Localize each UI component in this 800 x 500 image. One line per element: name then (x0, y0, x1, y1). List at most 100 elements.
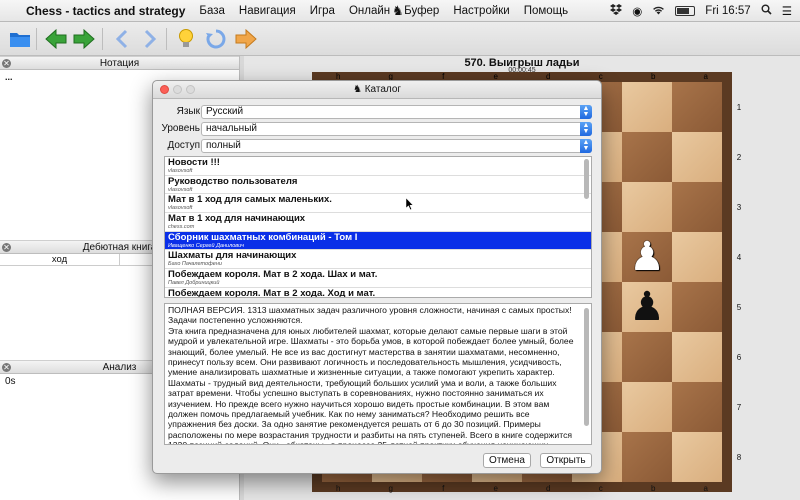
board-file-label: d (546, 484, 551, 493)
book-list-item[interactable]: Руководство пользователя vlasovsoft (165, 176, 591, 195)
list-scrollbar[interactable] (584, 159, 589, 199)
catalog-dialog: ♞ Каталог Язык Русский ▲ ▼ Уровень начальн… (152, 80, 602, 474)
board-rank-label: 8 (736, 452, 742, 462)
language-label: Язык (176, 106, 200, 117)
book-title: Побеждаем короля. Мат в 2 хода. Ход и ма… (168, 287, 376, 298)
board-square[interactable] (622, 332, 672, 382)
board-square[interactable] (622, 382, 672, 432)
battery-icon[interactable] (675, 6, 696, 16)
book-title: Шахматы для начинающих (168, 250, 297, 262)
board-rank-label: 2 (736, 152, 742, 162)
board-file-label: g (388, 484, 393, 493)
open-button[interactable]: Открыть (540, 453, 592, 468)
book-author: Иващенко Сергей Данилович (168, 242, 245, 249)
close-icon[interactable]: ✕ (2, 59, 11, 68)
board-file-label: c (598, 484, 603, 493)
opening-book-title: Дебютная книга (82, 242, 157, 253)
board-square[interactable] (622, 432, 672, 482)
close-icon[interactable]: ✕ (2, 363, 11, 372)
select-arrows-icon: ▲ ▼ (580, 139, 592, 153)
book-list-item[interactable]: Новости !!! vlasovsoft (165, 157, 591, 176)
board-square[interactable] (622, 82, 672, 132)
cancel-button[interactable]: Отмена (483, 453, 531, 468)
book-title: Новости !!! (168, 157, 220, 168)
menu-settings[interactable]: Настройки (453, 5, 509, 17)
book-list-item[interactable]: Побеждаем короля. Мат в 2 хода. Ход и ма… (165, 287, 591, 298)
menu-clipboard[interactable]: Буфер (404, 5, 439, 17)
white-pawn-icon[interactable]: ♟ (622, 232, 672, 282)
board-square[interactable] (672, 232, 722, 282)
forward-arrow-icon[interactable] (72, 27, 96, 51)
menu-database[interactable]: База (199, 5, 224, 17)
book-title: Мат в 1 ход для самых маленьких. (168, 194, 332, 206)
book-list-item[interactable]: Сборник шахматных комбинаций - Том I Иващ… (165, 231, 591, 251)
back-arrow-icon[interactable] (44, 27, 68, 51)
arrow-circle-icon[interactable]: ◉ (632, 4, 642, 18)
toolbar (0, 22, 800, 56)
board-file-label: a (703, 484, 708, 493)
refresh-icon[interactable] (204, 27, 228, 51)
knight-app-icon: ♞ (392, 3, 404, 18)
menu-online[interactable]: Онлайн (349, 5, 390, 17)
board-rank-label: 5 (736, 302, 742, 312)
board-rank-label: 3 (736, 202, 742, 212)
book-list-item[interactable]: Мат в 1 ход для начинающих chess.com (165, 213, 591, 232)
book-author: Бахо Пачалетофени (168, 261, 222, 268)
book-list-item[interactable]: Шахматы для начинающих Бахо Пачалетофени (165, 250, 591, 270)
board-file-label: f (442, 484, 445, 493)
book-author: chess.com (168, 224, 195, 231)
dropbox-icon[interactable] (610, 4, 623, 18)
book-list[interactable]: Новости !!! vlasovsoft Руководство пользов… (164, 156, 592, 298)
menu-bar: Chess - tactics and strategy База Навига… (0, 0, 800, 22)
chevron-right-icon[interactable] (138, 27, 162, 51)
board-square[interactable] (672, 182, 722, 232)
board-square[interactable] (672, 432, 722, 482)
board-rank-label: 7 (736, 402, 742, 412)
book-list-item[interactable]: Побеждаем короля. Мат в 2 хода. Шах и ма… (165, 269, 591, 288)
board-square[interactable] (672, 282, 722, 332)
board-file-label: e (493, 484, 498, 493)
menu-help[interactable]: Помощь (524, 5, 568, 17)
close-window-button[interactable] (160, 85, 169, 94)
board-rank-label: 1 (736, 102, 742, 112)
open-folder-icon[interactable] (8, 27, 32, 51)
menu-game[interactable]: Игра (310, 5, 335, 17)
board-square[interactable] (672, 132, 722, 182)
minimize-window-button[interactable] (173, 85, 182, 94)
level-select[interactable]: начальный ▲ ▼ (201, 122, 592, 136)
menu-clock[interactable]: Fri 16:57 (705, 5, 750, 17)
book-description[interactable]: ПОЛНАЯ ВЕРСИЯ. 1313 шахматных задач разл… (164, 303, 592, 445)
dialog-title: Каталог (364, 84, 402, 95)
book-list-item[interactable]: Мат в 1 ход для самых маленьких. vlasovso… (165, 194, 591, 214)
chevron-left-icon[interactable] (110, 27, 134, 51)
wifi-icon[interactable] (652, 5, 665, 18)
notation-title: Нотация (99, 58, 140, 69)
book-author: vlasovsoft (168, 205, 193, 212)
board-rank-label: 6 (736, 352, 742, 362)
menu-app-name[interactable]: Chess - tactics and strategy (26, 4, 185, 18)
board-file-label: b (651, 72, 656, 81)
access-select[interactable]: полный ▲ ▼ (201, 139, 592, 153)
lightbulb-icon[interactable] (174, 27, 198, 51)
zoom-window-button[interactable] (186, 85, 195, 94)
search-icon[interactable] (761, 4, 772, 18)
description-scrollbar[interactable] (584, 308, 589, 426)
list-menu-icon[interactable]: ☰ (782, 4, 792, 18)
book-title: Мат в 1 ход для начинающих (168, 213, 306, 225)
board-square[interactable] (672, 82, 722, 132)
orange-arrow-icon[interactable] (234, 27, 258, 51)
board-square[interactable] (672, 332, 722, 382)
access-label: Доступ (167, 140, 200, 151)
book-author: Павел Добриницкий (168, 280, 220, 287)
knight-icon: ♞ (352, 84, 365, 95)
close-icon[interactable]: ✕ (2, 243, 11, 252)
language-select[interactable]: Русский ▲ ▼ (201, 105, 592, 119)
column-move[interactable]: ход (0, 254, 120, 265)
board-square[interactable] (622, 182, 672, 232)
black-pawn-icon[interactable]: ♟ (622, 282, 672, 332)
menu-navigation[interactable]: Навигация (239, 5, 296, 17)
book-author: vlasovsoft (168, 168, 193, 174)
board-square[interactable] (672, 382, 722, 432)
board-square[interactable] (622, 132, 672, 182)
book-author: vlasovsoft (168, 186, 193, 193)
